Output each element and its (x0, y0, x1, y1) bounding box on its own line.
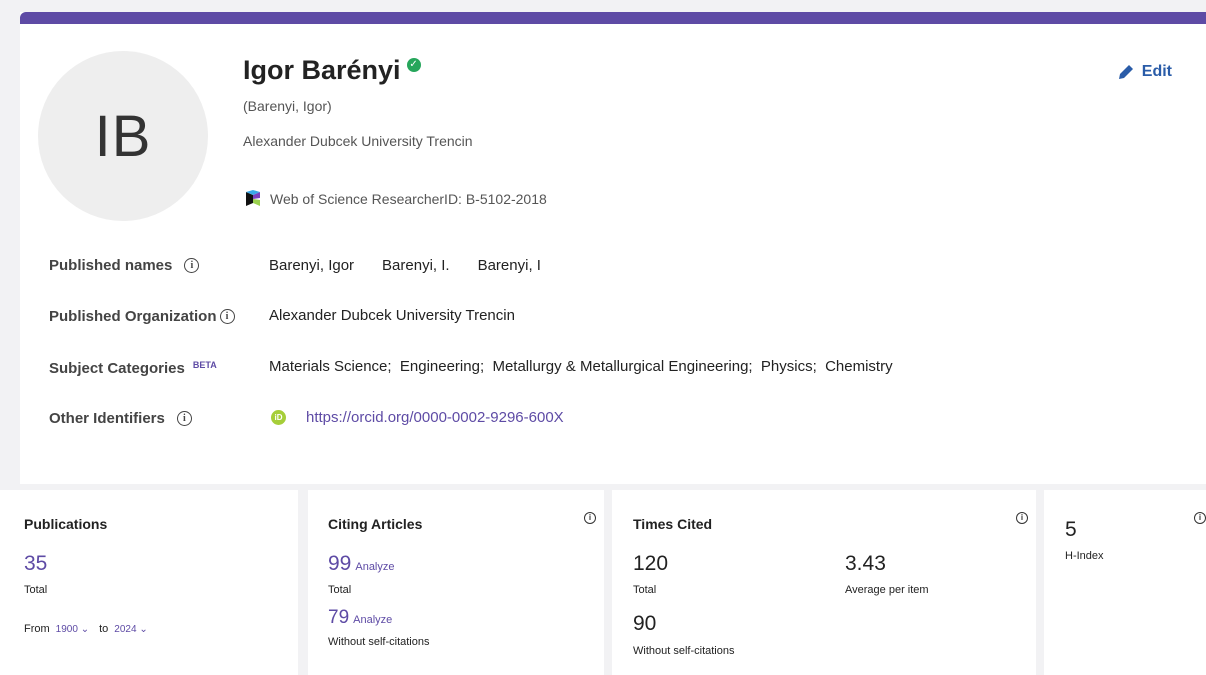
alternate-name: (Barenyi, Igor) (243, 98, 332, 114)
researcher-id: Web of Science ResearcherID: B-5102-2018 (270, 191, 547, 207)
chevron-down-icon: ⌄ (80, 623, 90, 635)
citing-total[interactable]: 99 (328, 552, 351, 575)
other-identifiers-label-text: Other Identifiers (49, 410, 165, 427)
researcher-id-row: Web of Science ResearcherID: B-5102-2018 (243, 189, 547, 209)
citing-without-self[interactable]: 79 (328, 607, 349, 628)
average-per-item: 3.43 (845, 552, 886, 575)
to-year-select[interactable]: 2024 ⌄ (114, 624, 147, 635)
times-cited-without-self: 90 (633, 612, 657, 635)
from-label: From (24, 623, 50, 635)
times-cited-total-label: Total (633, 584, 657, 596)
affiliation: Alexander Dubcek University Trencin (243, 133, 473, 149)
edit-button[interactable]: Edit (1116, 62, 1172, 82)
published-organization-value: Alexander Dubcek University Trencin (269, 307, 515, 324)
citing-articles-card: Citing Articles i 99 Analyze Total 79 Anal… (308, 490, 604, 675)
publications-total[interactable]: 35 (24, 552, 47, 576)
info-icon[interactable]: i (219, 309, 235, 324)
edit-label: Edit (1141, 63, 1172, 80)
info-icon[interactable]: i (1016, 512, 1028, 524)
to-year-value: 2024 (114, 623, 137, 635)
other-identifiers-value: iD https://orcid.org/0000-0002-9296-600X (269, 409, 564, 426)
subject-categories-label: Subject Categories BETA (49, 359, 217, 378)
published-names-values: Barenyi, Igor Barenyi, I. Barenyi, I (269, 257, 569, 274)
analyze-link[interactable]: Analyze (355, 561, 394, 573)
orcid-link[interactable]: https://orcid.org/0000-0002-9296-600X (306, 409, 564, 426)
pencil-icon (1118, 65, 1133, 79)
subject-categories-value: Materials Science; Engineering; Metallur… (269, 358, 893, 375)
name-row: Igor Barényi ✓ (243, 55, 421, 86)
chevron-down-icon: ⌄ (139, 623, 148, 635)
published-name: Barenyi, I. (382, 257, 450, 274)
profile-accent-bar (20, 12, 1206, 24)
published-organization-label-text: Published Organization (49, 308, 217, 325)
info-icon[interactable]: i (584, 512, 596, 524)
times-cited-card: Times Cited i 120 Total 3.43 Average per… (612, 490, 1036, 675)
analyze-link[interactable]: Analyze (353, 614, 392, 626)
published-name: Barenyi, Igor (269, 257, 355, 274)
citing-total-label: Total (328, 584, 352, 596)
from-year-value: 1900 (55, 623, 78, 635)
times-cited-without-self-label: Without self-citations (633, 645, 735, 657)
citing-without-self-label: Without self-citations (328, 636, 430, 648)
publications-total-label: Total (24, 584, 48, 596)
info-icon[interactable]: i (184, 258, 200, 273)
times-cited-total: 120 (633, 552, 669, 575)
profile-card: IB Igor Barényi ✓ (Barenyi, Igor) Alexan… (20, 12, 1206, 484)
avatar: IB (38, 51, 208, 221)
web-of-science-logo-icon (246, 190, 260, 206)
h-index-card: 5 H-Index i (1044, 490, 1206, 675)
published-names-label: Published names i (49, 257, 200, 274)
beta-badge: BETA (192, 359, 217, 370)
publications-card: Publications 35 Total From 1900 ⌄ to 202… (0, 490, 298, 675)
published-name: Barenyi, I (477, 257, 541, 274)
citing-articles-title: Citing Articles (328, 516, 423, 532)
profile-name: Igor Barényi (243, 55, 401, 85)
subject-categories-label-text: Subject Categories (49, 360, 185, 377)
from-year-select[interactable]: 1900 ⌄ (56, 624, 89, 635)
h-index-value: 5 (1065, 518, 1077, 541)
other-identifiers-label: Other Identifiers i (49, 410, 192, 427)
published-organization-label: Published Organization i (49, 308, 235, 325)
published-names-label-text: Published names (49, 257, 173, 274)
citing-without-self-row: 79 Analyze (328, 607, 392, 629)
citing-total-row: 99 Analyze (328, 552, 395, 576)
info-icon[interactable]: i (176, 411, 192, 426)
avatar-initials: IB (94, 103, 152, 169)
times-cited-title: Times Cited (633, 516, 713, 532)
to-label: to (99, 623, 109, 635)
info-icon[interactable]: i (1194, 512, 1206, 524)
orcid-icon: iD (271, 410, 286, 425)
h-index-label: H-Index (1065, 550, 1104, 562)
average-per-item-label: Average per item (845, 584, 929, 596)
verified-check-icon: ✓ (406, 57, 421, 72)
year-range: From 1900 ⌄ to 2024 ⌄ (24, 623, 158, 635)
publications-title: Publications (24, 516, 108, 532)
